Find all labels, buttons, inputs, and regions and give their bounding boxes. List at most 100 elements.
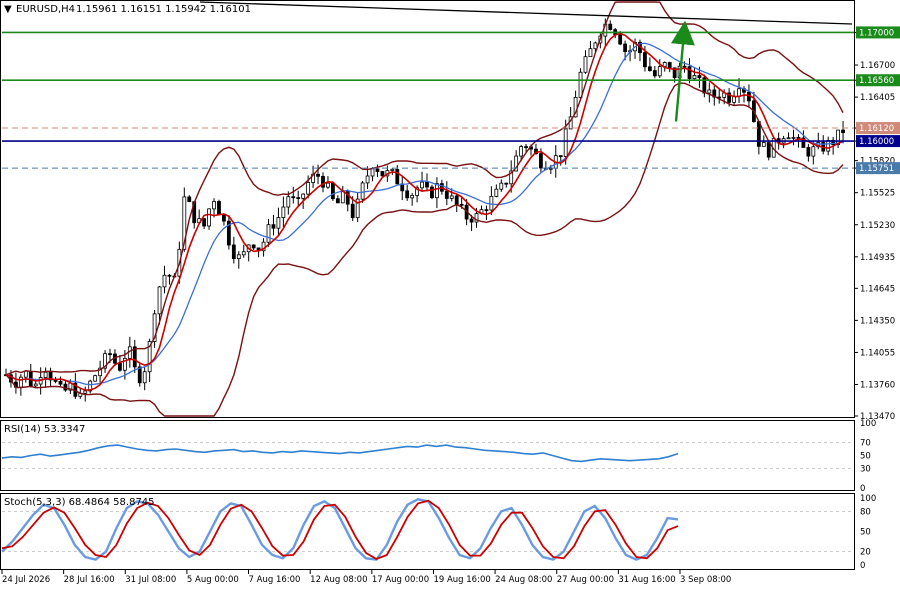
time-tick-label: 3 Sep 08:00 <box>680 575 731 585</box>
price-tick-label: 1.15525 <box>860 189 895 199</box>
candle-body <box>425 181 429 188</box>
candle-body <box>682 65 687 68</box>
time-tick-label: 27 Aug 00:00 <box>557 575 614 585</box>
chart-canvas[interactable]: 1.17000 1.16700 1.16560 1.16405 1.16120 1.160… <box>0 0 900 588</box>
candle-body <box>108 353 112 356</box>
candle-body <box>548 167 553 170</box>
price-level-tag-label: 1.15751 <box>859 164 894 174</box>
time-tick-label: 31 Jul 08:00 <box>125 575 176 585</box>
candle-body <box>469 218 474 223</box>
candle-body <box>524 146 528 148</box>
price-level-tag-label: 1.16560 <box>859 76 894 86</box>
price-level-tag-label: 1.16120 <box>859 124 894 134</box>
candle-body <box>296 197 301 199</box>
candle-body <box>697 75 702 79</box>
candle-body <box>791 136 796 139</box>
candle-body <box>118 362 122 371</box>
candle-body <box>623 43 628 52</box>
price-level-tag-label: 1.16000 <box>859 137 894 147</box>
candle-body <box>63 383 68 391</box>
stoch-tick-label: 80 <box>860 507 871 517</box>
candle-body <box>737 88 741 97</box>
candle-body <box>558 155 563 158</box>
candle-body <box>212 201 216 210</box>
candle-body <box>761 142 766 147</box>
candle-body <box>93 375 98 382</box>
candle-body <box>58 380 63 385</box>
rsi-tick-label: 100 <box>860 419 876 429</box>
candle-body <box>390 168 395 171</box>
candle-body <box>657 66 662 77</box>
time-tick-label: 19 Aug 16:00 <box>433 575 490 585</box>
candle-body <box>563 128 568 157</box>
candle-body <box>756 121 761 147</box>
candle-body <box>652 70 657 77</box>
price-tick-label: 1.14935 <box>860 253 895 263</box>
candle-body <box>499 182 504 190</box>
candle-body <box>365 175 370 184</box>
candle-body <box>83 390 88 394</box>
candle-body <box>236 254 241 260</box>
candle-body <box>494 188 499 197</box>
menu-triangle-icon[interactable]: ▼ <box>4 4 12 15</box>
candle-body <box>430 186 434 199</box>
candle-body <box>420 181 424 189</box>
candle-body <box>281 206 286 218</box>
rsi-tick-label: 30 <box>860 465 871 475</box>
candle-body <box>330 182 335 200</box>
candle-body <box>202 218 207 227</box>
stoch-tick-label: 100 <box>860 494 876 504</box>
candle-body <box>276 217 281 229</box>
candle-body <box>370 168 375 177</box>
candle-body <box>826 139 831 152</box>
candle-body <box>786 137 791 140</box>
candle-body <box>583 56 588 73</box>
time-tick-label: 31 Aug 16:00 <box>618 575 675 585</box>
candle-body <box>251 244 256 249</box>
candle-body <box>395 168 400 185</box>
ohlc-values: 1.15961 1.16151 1.15942 1.16101 <box>76 4 251 15</box>
candle-body <box>459 203 464 206</box>
candle-body <box>340 191 345 204</box>
candle-body <box>231 244 236 260</box>
candle-body <box>484 209 489 212</box>
candle-body <box>360 182 365 200</box>
candle-body <box>667 62 672 69</box>
rsi-tick-label: 70 <box>860 439 871 449</box>
candle-body <box>43 371 48 378</box>
candle-body <box>335 198 340 204</box>
candle-body <box>316 173 320 177</box>
price-tick-label: 1.13760 <box>860 380 895 390</box>
candle-body <box>241 251 246 256</box>
candle-body <box>707 89 712 94</box>
candle-body <box>806 147 811 157</box>
candle-body <box>454 195 459 205</box>
candle-body <box>647 66 652 71</box>
price-level-tag-label: 1.17000 <box>859 28 894 38</box>
candle-body <box>162 274 167 288</box>
stoch-tick-label: 50 <box>860 528 871 538</box>
symbol-label: EURUSD,H4 <box>16 4 75 15</box>
candle-body <box>692 75 697 80</box>
price-tick-label: 1.14055 <box>860 348 895 358</box>
candle-body <box>271 224 276 229</box>
candle-body <box>687 66 692 80</box>
candle-body <box>266 224 271 243</box>
price-tick-label: 1.14645 <box>860 284 895 294</box>
candle-body <box>286 196 291 208</box>
candle-body <box>410 195 415 199</box>
candle-body <box>207 208 211 227</box>
candle-body <box>18 376 23 388</box>
time-tick-label: 28 Jul 16:00 <box>64 575 115 585</box>
stoch-tick-label: 20 <box>860 548 871 558</box>
candle-body <box>405 190 410 199</box>
candle-body <box>137 366 142 384</box>
candle-body <box>291 196 296 199</box>
candle-body <box>142 371 147 384</box>
price-tick-label: 1.14350 <box>860 316 895 326</box>
trading-chart[interactable]: 1.17000 1.16700 1.16560 1.16405 1.16120 1.160… <box>0 0 900 588</box>
stoch-label: Stoch(5,3,3) 68.4864 58.8745 <box>4 497 155 508</box>
time-tick-label: 17 Aug 00:00 <box>372 575 429 585</box>
candle-body <box>350 203 355 219</box>
candle-body <box>444 190 449 199</box>
